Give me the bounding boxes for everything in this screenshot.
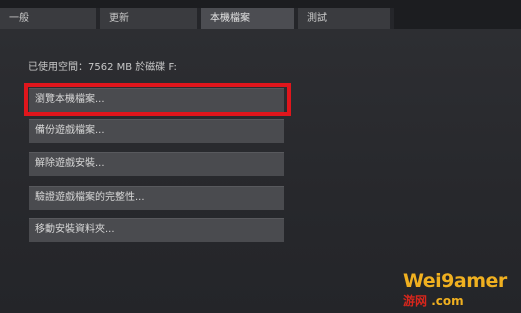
tab-bar-filler (394, 8, 521, 29)
watermark-sub-cn: 游网 (403, 294, 428, 308)
browse-local-files-button[interactable]: 瀏覽本機檔案... (29, 88, 284, 112)
uninstall-game-button[interactable]: 解除遊戲安裝... (29, 152, 284, 176)
verify-integrity-button[interactable]: 驗證遊戲檔案的完整性... (29, 186, 284, 210)
backup-game-files-button[interactable]: 備份遊戲檔案... (29, 119, 284, 143)
tab-general[interactable]: 一般 (0, 8, 96, 29)
top-strip (0, 0, 521, 8)
watermark-sub: 游网 .com (403, 292, 464, 309)
tab-bar: 一般 更新 本機檔案 測試 (0, 8, 394, 29)
disk-usage-label: 已使用空間：7562 MB 於磁碟 F: (28, 62, 177, 73)
tab-local-files[interactable]: 本機檔案 (201, 8, 294, 29)
watermark-sub-com: .com (431, 294, 464, 308)
watermark-main: Wei9amer (403, 270, 507, 292)
tab-betas[interactable]: 測試 (298, 8, 390, 29)
move-install-folder-button[interactable]: 移動安裝資料夾... (29, 218, 284, 242)
tab-updates[interactable]: 更新 (100, 8, 197, 29)
watermark-logo: Wei9amer 游网 .com (403, 270, 515, 310)
